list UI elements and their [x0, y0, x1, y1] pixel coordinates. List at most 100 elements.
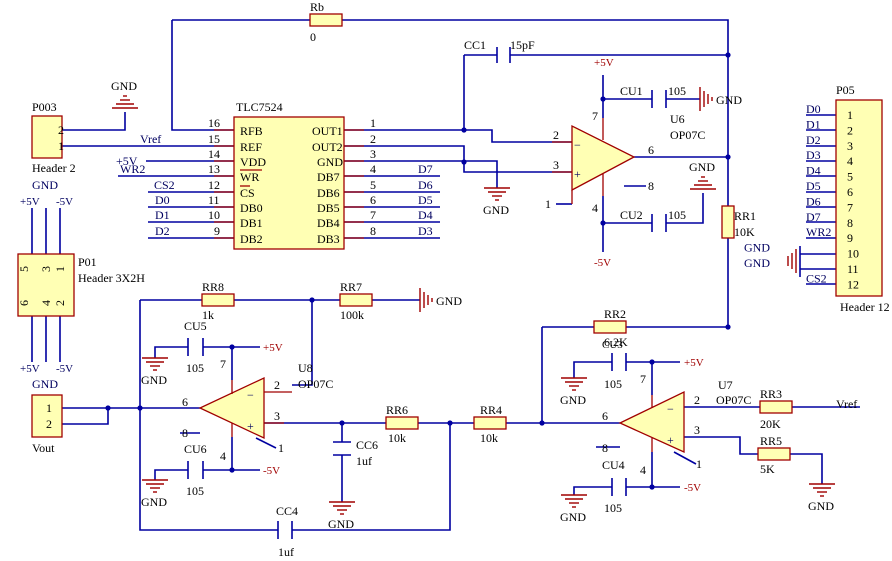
u6-value: OP07C [670, 128, 705, 142]
cc4-value: 1uf [278, 545, 294, 559]
capacitor-cc4: CC4 1uf [276, 504, 298, 559]
gnd-icon: GND [699, 87, 742, 111]
dac-pin-name: VDD [240, 155, 266, 169]
cu4-ref: CU4 [602, 458, 625, 472]
net-label: GND [141, 495, 167, 509]
cu1-ref: CU1 [620, 84, 643, 98]
net-label: GND [141, 373, 167, 387]
cu6-ref: CU6 [184, 442, 207, 456]
dac-pin-name: WR [240, 170, 259, 184]
net-label: WR2 [806, 225, 831, 239]
resistor-rr5: RR5 5K [757, 434, 791, 476]
net-label: D4 [418, 208, 433, 222]
dac-pin-name: DB4 [317, 216, 340, 230]
pin-num: 10 [847, 247, 859, 261]
pin-num: 8 [648, 179, 654, 193]
p01-ref: P01 [78, 255, 97, 269]
cu1-value: 105 [668, 84, 686, 98]
pin-num: 8 [182, 426, 188, 440]
header-p003: P003 2 1 Header 2 [31, 100, 76, 175]
pin-num: 4 [640, 463, 646, 477]
net-label: +5V [684, 357, 704, 369]
minus-sign: − [247, 388, 254, 402]
net-label: +5V [263, 342, 283, 354]
net-label: -5V [56, 363, 73, 375]
dac-pin-name: DB5 [317, 201, 340, 215]
cc6-ref: CC6 [356, 438, 378, 452]
resistor-rr1: RR1 10K [721, 205, 756, 239]
schematic-canvas: TLC7524 16 RFB 15 REF 14 VDD 13 WR 12 CS… [17, 0, 890, 559]
net-label: GND [560, 510, 586, 524]
cu3-ref: CU3 [602, 339, 623, 351]
rr8-ref: RR8 [202, 280, 224, 294]
net-label: GND [32, 178, 58, 192]
net-label: GND [111, 79, 137, 93]
dac-pin-num: 13 [208, 162, 220, 176]
pin-num: 1 [847, 108, 853, 122]
minus-sign: − [667, 402, 674, 416]
dac-pin-num: 4 [370, 162, 376, 176]
gnd-icon: GND [419, 288, 462, 312]
rb-value: 0 [310, 30, 316, 44]
u8-value: OP07C [298, 377, 333, 391]
pin-num: 6 [648, 143, 654, 157]
resistor-rb: Rb 0 [309, 0, 343, 44]
rr4-ref: RR4 [480, 403, 502, 417]
net-label: D0 [806, 102, 821, 116]
net-label: D6 [806, 194, 821, 208]
pin-num: 2 [58, 123, 64, 137]
pin-num: 8 [602, 441, 608, 455]
rb-ref: Rb [310, 0, 324, 14]
net-label: -5V [263, 465, 280, 477]
gnd-icon: GND [141, 357, 168, 387]
pin-num: 4 [220, 449, 226, 463]
gnd-icon: GND [483, 187, 510, 217]
pin-num: 7 [592, 109, 598, 123]
net-label: D5 [418, 193, 433, 207]
cc1-ref: CC1 [464, 38, 486, 52]
pin-num: 2 [53, 300, 67, 306]
gnd-icon: GND [560, 494, 587, 524]
gnd-icon [787, 249, 797, 273]
net-label: D7 [418, 162, 433, 176]
net-label: Vref [140, 132, 161, 146]
dac-pin-num: 7 [370, 208, 376, 222]
capacitor-cc1: CC1 15pF [464, 38, 535, 63]
gnd-icon: GND [328, 501, 355, 531]
net-label: CS2 [806, 271, 827, 285]
opamp-u7: − + 2 3 6 7 4 1 8 U7 OP07C +5V -5V [602, 357, 751, 494]
capacitor-cu5: CU5 105 [184, 319, 207, 375]
capacitor-cu6: CU6 105 [184, 442, 207, 498]
pin-num: 7 [220, 357, 226, 371]
net-label: WR2 [120, 162, 145, 176]
vout-name: Vout [32, 441, 55, 455]
resistor-rr7: RR7 100k [339, 280, 373, 322]
p05-ref: P05 [836, 83, 855, 97]
gnd-icon: GND [141, 479, 168, 509]
dac-pin-num: 2 [370, 132, 376, 146]
plus-sign: + [247, 419, 254, 433]
u7-ref: U7 [718, 378, 733, 392]
plus-sign: + [667, 433, 674, 447]
pin-num: 1 [53, 266, 67, 272]
pin-num: 4 [592, 201, 598, 215]
u6-ref: U6 [670, 112, 685, 126]
resistor-rr6: RR6 10k [385, 403, 419, 445]
p05-name: Header 12 [840, 300, 890, 314]
dac-pin-num: 12 [208, 178, 220, 192]
pin-num: 5 [17, 266, 31, 272]
pin-num: 6 [602, 409, 608, 423]
net-label: GND [744, 241, 770, 255]
cu2-ref: CU2 [620, 208, 643, 222]
net-label: GND [32, 377, 58, 391]
cc6-value: 1uf [356, 454, 372, 468]
dac-pin-name: DB6 [317, 186, 340, 200]
net-label: D2 [806, 133, 821, 147]
p003-name: Header 2 [32, 161, 76, 175]
dac-pin-name: DB0 [240, 201, 263, 215]
dac-pin-num: 3 [370, 147, 376, 161]
dac-pin-num: 11 [208, 193, 220, 207]
net-label: D0 [155, 193, 170, 207]
net-label: GND [483, 203, 509, 217]
header-p05: P05 Header 12 1 D0 2 D1 3 D2 4 D3 5 D4 6 D5 7 D6 8 D7 9 W… [744, 83, 890, 314]
